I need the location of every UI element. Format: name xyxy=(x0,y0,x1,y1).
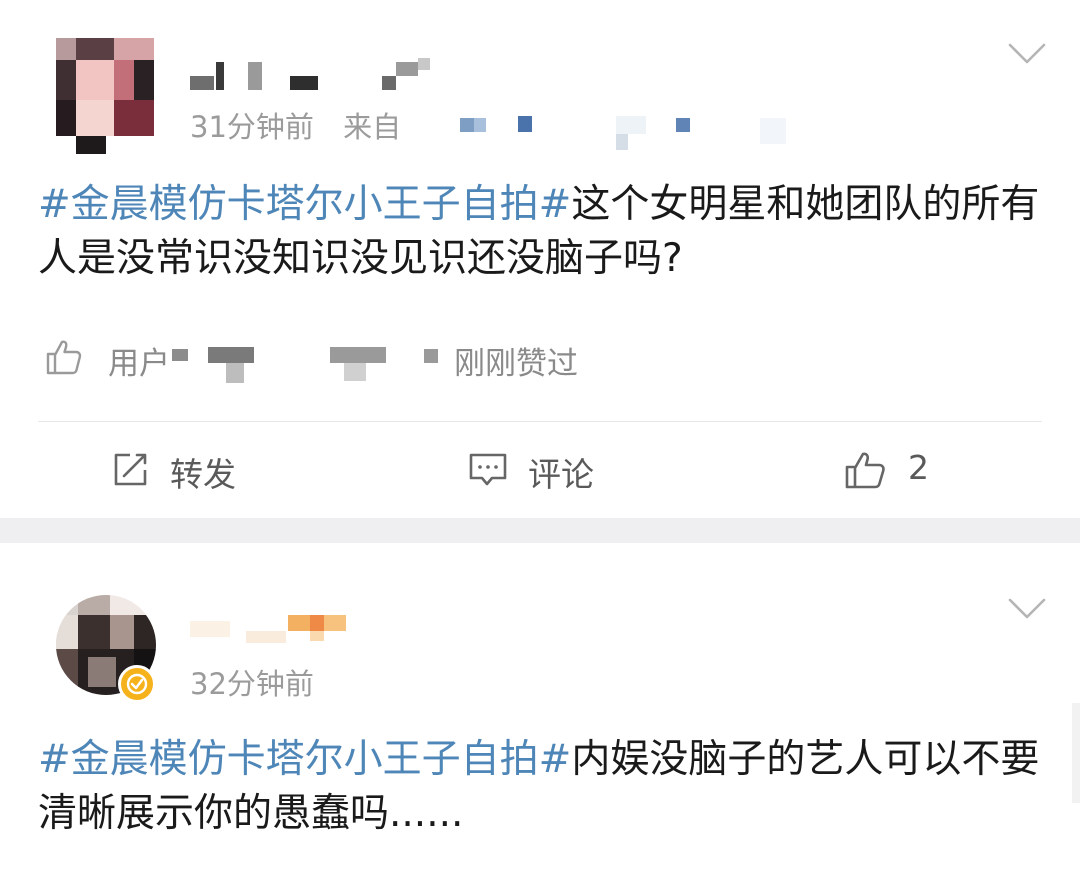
like-button[interactable]: 2 xyxy=(844,442,964,498)
weibo-post: 32分钟前 #金晨模仿卡塔尔小王子自拍#内娱没脑子的艺人可以不要清晰展示你的愚蠢… xyxy=(0,543,1080,875)
post-time: 31分钟前 xyxy=(190,110,314,144)
hashtag-link[interactable]: #金晨模仿卡塔尔小王子自拍# xyxy=(38,182,571,227)
liker-names-redacted[interactable] xyxy=(172,343,422,383)
liked-by-prefix: 用户 xyxy=(108,346,170,382)
post-separator xyxy=(0,518,1080,543)
post-time: 32分钟前 xyxy=(190,667,314,701)
comment-icon xyxy=(469,453,507,486)
comment-button[interactable]: 评论 xyxy=(468,442,648,498)
avatar[interactable] xyxy=(56,38,154,154)
verified-badge-icon xyxy=(118,665,156,703)
post-content: #金晨模仿卡塔尔小王子自拍#这个女明星和她团队的所有人是没常识没知识没见识还没脑… xyxy=(38,178,1048,286)
comment-label: 评论 xyxy=(528,455,594,494)
username-redacted[interactable] xyxy=(190,611,360,647)
post-source-prefix: 来自 xyxy=(343,110,402,144)
weibo-post: 31分钟前 来自 #金晨模仿卡塔尔小王子自拍#这个女明星和她团队的所有人是没常识… xyxy=(0,0,1080,518)
chevron-down-icon[interactable] xyxy=(1008,42,1046,66)
repost-label: 转发 xyxy=(170,455,236,494)
username-redacted[interactable] xyxy=(190,56,450,96)
like-count: 2 xyxy=(908,448,929,487)
thumbs-up-icon xyxy=(46,340,82,375)
post-content: #金晨模仿卡塔尔小王子自拍#内娱没脑子的艺人可以不要清晰展示你的愚蠢吗.....… xyxy=(38,733,1048,841)
chevron-down-icon[interactable] xyxy=(1008,597,1046,621)
repost-button[interactable]: 转发 xyxy=(110,442,290,498)
divider xyxy=(38,421,1042,422)
post-meta: 31分钟前 来自 xyxy=(190,104,401,146)
post-source-redacted[interactable] xyxy=(460,112,800,158)
hashtag-link[interactable]: #金晨模仿卡塔尔小王子自拍# xyxy=(38,737,571,782)
scrollbar[interactable] xyxy=(1072,703,1080,803)
liked-by-line: 用户 刚刚赞过 xyxy=(44,333,1044,383)
thumbs-up-icon xyxy=(845,452,885,489)
post-meta: 32分钟前 xyxy=(190,661,314,703)
liker-names-redacted[interactable] xyxy=(424,347,444,367)
liked-by-suffix: 刚刚赞过 xyxy=(454,346,578,382)
repost-icon xyxy=(114,453,147,486)
